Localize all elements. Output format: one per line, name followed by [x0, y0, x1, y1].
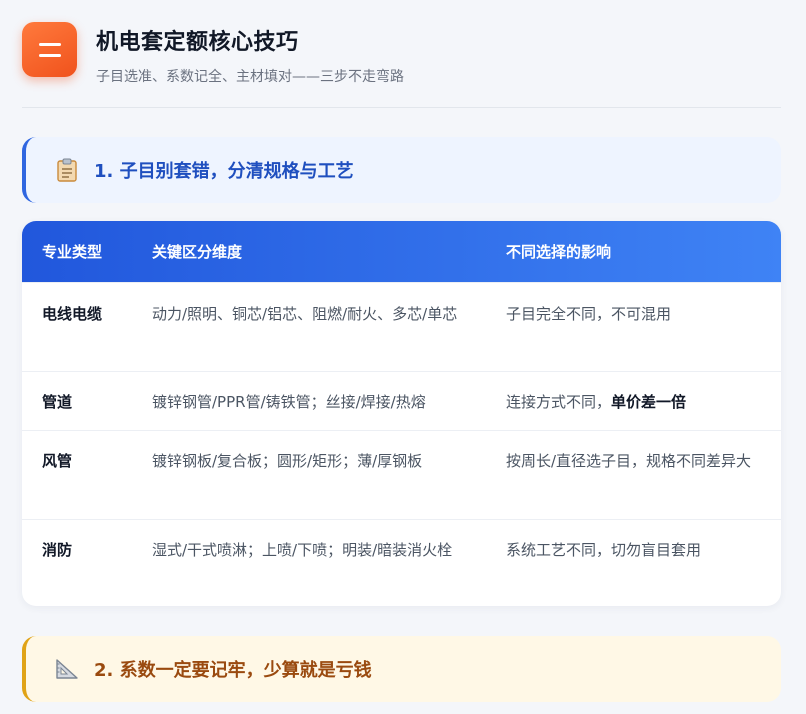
page-subtitle: 子目选准、系数记全、主材填对——三步不走弯路: [96, 69, 404, 85]
triangle-ruler-icon: [54, 658, 80, 680]
cell-dimension: 动力/照明、铜芯/铝芯、阻燃/耐火、多芯/单芯: [152, 305, 458, 323]
cell-impact: 系统工艺不同，切勿盲目套用: [506, 541, 702, 559]
cell-impact: 连接方式不同，单价差一倍: [506, 393, 687, 411]
table-header: 专业类型 关键区分维度 不同选择的影响: [22, 221, 781, 282]
menu-icon: [22, 22, 77, 77]
cell-impact: 按周长/直径选子目，规格不同差异大: [506, 452, 752, 470]
column-header-type: 专业类型: [42, 243, 103, 261]
section-header-coefficients: 2. 系数一定要记牢，少算就是亏钱: [22, 636, 781, 702]
cell-type: 消防: [42, 541, 73, 559]
comparison-table: 专业类型 关键区分维度 不同选择的影响 电线电缆 动力/照明、铜芯/铝芯、阻燃/…: [22, 221, 781, 606]
cell-dimension: 镀锌钢管/PPR管/铸铁管；丝接/焊接/热熔: [152, 393, 426, 411]
section-title: 1. 子目别套错，分清规格与工艺: [94, 161, 354, 182]
clipboard-icon: [54, 158, 80, 182]
cell-dimension: 湿式/干式喷淋；上喷/下喷；明装/暗装消火栓: [152, 541, 453, 559]
table-row: 风管 镀锌钢板/复合板；圆形/矩形；薄/厚钢板 按周长/直径选子目，规格不同差异…: [22, 430, 781, 519]
cell-type: 管道: [42, 393, 73, 411]
cell-type: 风管: [42, 452, 73, 470]
table-row: 消防 湿式/干式喷淋；上喷/下喷；明装/暗装消火栓 系统工艺不同，切勿盲目套用: [22, 519, 781, 606]
cell-impact: 子目完全不同，不可混用: [506, 305, 672, 323]
table-row: 电线电缆 动力/照明、铜芯/铝芯、阻燃/耐火、多芯/单芯 子目完全不同，不可混用: [22, 282, 781, 371]
column-header-impact: 不同选择的影响: [506, 243, 612, 261]
column-header-dimension: 关键区分维度: [152, 243, 243, 261]
cell-dimension: 镀锌钢板/复合板；圆形/矩形；薄/厚钢板: [152, 452, 423, 470]
section-title: 2. 系数一定要记牢，少算就是亏钱: [94, 660, 372, 681]
section-header-subitems: 1. 子目别套错，分清规格与工艺: [22, 137, 781, 203]
table-row: 管道 镀锌钢管/PPR管/铸铁管；丝接/焊接/热熔 连接方式不同，单价差一倍: [22, 371, 781, 430]
page-title: 机电套定额核心技巧: [96, 30, 299, 55]
page-header: 机电套定额核心技巧 子目选准、系数记全、主材填对——三步不走弯路: [22, 22, 781, 108]
cell-type: 电线电缆: [42, 305, 103, 323]
